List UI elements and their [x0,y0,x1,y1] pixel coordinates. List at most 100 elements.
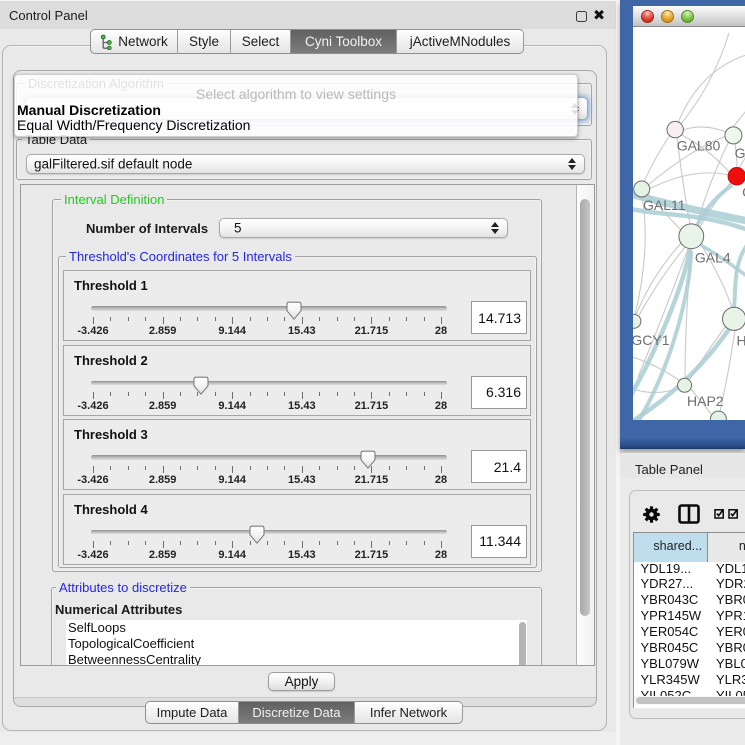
tab-label: jActiveMNodules [410,34,511,49]
popup-item-manual-discretization[interactable]: Manual Discretization [15,102,577,118]
table-row[interactable]: YBL079WYBL07 [634,656,745,672]
apply-button[interactable]: Apply [268,672,335,692]
network-edge[interactable] [733,111,745,127]
network-canvas[interactable]: GAL80GACGAL11GAL4GCY1HHAP2 [633,27,745,420]
slider-tick [267,317,268,321]
slider-track[interactable] [91,381,447,386]
network-edge[interactable] [683,127,726,132]
slider-tick-label: 21.715 [341,549,401,561]
network-node[interactable] [724,127,741,144]
table-row[interactable]: YDL19...YDL19 [634,561,745,577]
slider-track[interactable] [91,455,447,460]
network-edge[interactable] [680,33,729,125]
table-data-combobox[interactable]: galFiltered.sif default node [26,154,585,174]
tab-select[interactable]: Select [231,29,291,54]
scrollbar-thumb[interactable] [519,622,526,666]
slider-tick [284,392,285,396]
arrow-up [568,158,576,163]
tab-label: Select [242,34,280,49]
node-table: shared... name YDL19...YDL19YDR27...YDR2… [633,532,745,708]
network-tree-icon [100,33,113,50]
settings-vertical-scrollbar[interactable] [576,184,595,666]
slider-tick [337,317,338,321]
table-row[interactable]: YDR27...YDR27 [634,576,745,592]
checkbox-icon[interactable] [728,508,739,519]
tab-jactivemnodules[interactable]: jActiveMNodules [397,29,524,54]
zoom-traffic-light-icon[interactable] [681,10,694,23]
network-node[interactable] [728,168,745,185]
gear-icon[interactable] [643,506,660,523]
network-node[interactable] [678,224,703,249]
cyni-mode-tabs: Impute DataDiscretize DataInfer Network [145,701,463,725]
tab-style[interactable]: Style [178,29,231,54]
slider-tick [180,541,181,545]
float-window-icon[interactable] [576,11,587,22]
slider-tick [284,541,285,545]
network-node[interactable] [710,411,726,420]
slider-track[interactable] [91,306,447,311]
slider-tick [110,392,111,396]
slider-tick [215,466,216,470]
tab-cyni-toolbox[interactable]: Cyni Toolbox [291,29,397,54]
scrollbar-thumb[interactable] [636,697,745,704]
minimize-traffic-light-icon[interactable] [661,10,674,23]
slider-tick [354,317,355,321]
slider-thumb[interactable] [359,450,377,470]
slider-tick [319,317,320,321]
network-edge[interactable] [678,55,745,123]
slider-tick-label: 28 [411,474,471,486]
slider-tick [424,317,425,321]
screenshot-root: Control Panel ✖ NetworkStyle Select Cyni T… [0,0,745,745]
network-edge[interactable] [644,135,670,182]
threshold-value-field[interactable]: 6.316 [471,376,527,409]
close-icon[interactable]: ✖ [593,8,607,26]
slider-tick-label: 15.43 [272,549,332,561]
close-traffic-light-icon[interactable] [641,10,654,23]
numerical-attributes-list[interactable]: SelfLoopsTopologicalCoefficientBetweenne… [66,620,517,666]
popup-prompt-item[interactable]: Select algorithm to view settings [15,86,577,102]
slider-thumb[interactable] [285,301,303,321]
table-row[interactable]: YER054CYER05 [634,624,745,640]
number-of-intervals-combobox[interactable]: 5 [219,218,508,238]
threshold-value-field[interactable]: 11.344 [471,525,527,558]
table-row[interactable]: YBR045CYBR04 [634,640,745,656]
list-item[interactable]: SelfLoops [66,620,517,636]
slider-tick [110,317,111,321]
network-node[interactable] [633,181,649,197]
cell-shared-name: YBL079W [641,656,700,672]
slider-thumb[interactable] [248,525,266,545]
tab-impute-data[interactable]: Impute Data [145,701,239,725]
threshold-value-field[interactable]: 21.4 [471,450,527,483]
attributes-list-scrollbar[interactable] [517,620,527,666]
network-node[interactable] [677,378,691,392]
tab-discretize-data[interactable]: Discretize Data [239,701,355,725]
popup-item-equal-width[interactable]: Equal Width/Frequency Discretization [15,117,577,133]
slider-thumb[interactable] [192,376,210,396]
scrollbar-thumb[interactable] [580,199,590,616]
table-horizontal-scrollbar[interactable] [634,696,745,705]
list-item[interactable]: BetweennessCentrality [66,652,517,666]
network-node[interactable] [667,121,683,137]
slider-tick-label: 21.715 [341,400,401,412]
table-row[interactable]: YBR043CYBR04 [634,592,745,608]
column-header-name[interactable]: name [708,533,745,562]
slider-tick [267,466,268,470]
table-data-group: Table Data galFiltered.sif default node [16,139,592,180]
list-item[interactable]: TopologicalCoefficient [66,636,517,652]
slider-track[interactable] [91,530,447,535]
slider-tick [354,466,355,470]
column-header-shared-name[interactable]: shared... [634,533,709,562]
network-edge[interactable] [734,245,745,308]
threshold-value-field[interactable]: 14.713 [471,301,527,334]
table-row[interactable]: YPR145WYPR14 [634,608,745,624]
tab-infer-network[interactable]: Infer Network [355,701,463,725]
slider-tick-label: 15.43 [272,474,332,486]
table-row[interactable]: YLR345WYLR34 [634,672,745,688]
network-node[interactable] [722,307,745,330]
slider-tick [302,466,303,473]
tab-network[interactable]: Network [90,29,178,54]
columns-icon[interactable] [678,504,700,524]
checkbox-icon[interactable] [714,508,725,519]
control-panel-titlebar: Control Panel ✖ [0,0,616,29]
network-node[interactable] [633,314,641,328]
